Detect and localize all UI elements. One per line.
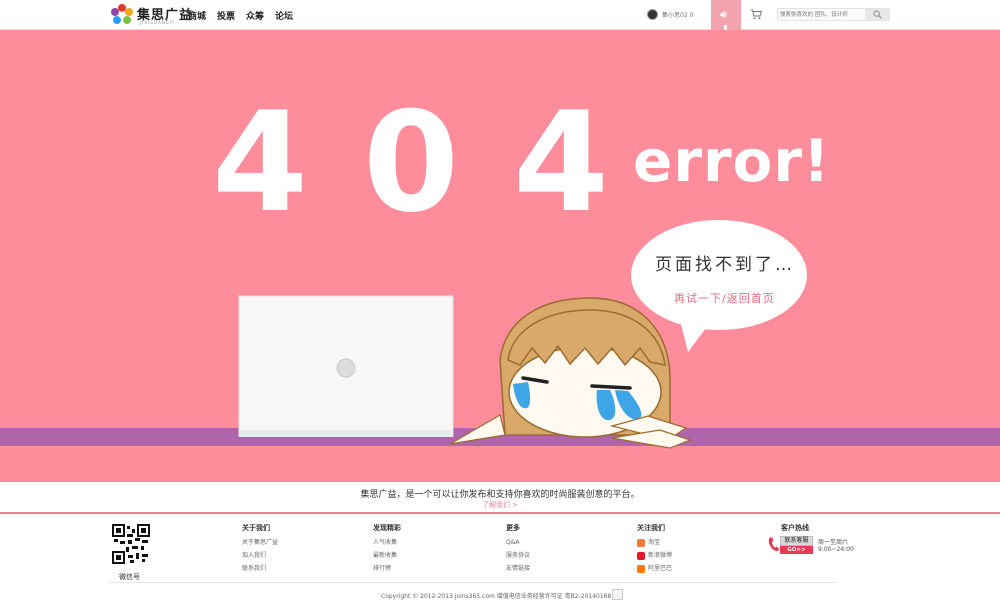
nav-item-mall[interactable]: 商城: [188, 9, 206, 22]
go-button[interactable]: GO>>: [780, 546, 813, 554]
search-input[interactable]: [780, 10, 862, 20]
nav-item-forum[interactable]: 论坛: [275, 9, 293, 22]
site-slogan: 集思广益，是一个可以让你发布和支持你喜欢的时尚服装创意的平台。: [360, 490, 640, 500]
footer-link-alibaba[interactable]: 阿里巴巴: [637, 564, 673, 573]
qr-code-icon: [112, 524, 150, 564]
footer-link-label: 新浪微博: [648, 552, 673, 559]
footer-divider: [110, 582, 837, 583]
avatar[interactable]: [647, 9, 658, 20]
nav-item-vote[interactable]: 投票: [217, 9, 235, 22]
laptop-illustration: [238, 295, 454, 437]
footer-col-about: 关于我们 关于集思广益 加入我们 联系我们: [242, 523, 278, 578]
logo-subtext: JISIGUANGYI: [140, 20, 176, 25]
footer-link-taobao[interactable]: 淘宝: [637, 538, 672, 547]
footer-col-heading: 关于我们: [242, 524, 270, 532]
error-digit-3: 4: [513, 82, 610, 243]
footer-link-latest[interactable]: 最新收集: [373, 552, 401, 559]
footer-col-heading: 更多: [506, 524, 520, 532]
search-button[interactable]: [865, 9, 889, 20]
footer-link-about[interactable]: 关于集思广益: [242, 539, 278, 546]
divider: [0, 512, 1000, 514]
footer-link-terms[interactable]: 服务协议: [506, 552, 530, 559]
footer-link-weibo[interactable]: 新浪微博: [637, 551, 673, 560]
footer-link-friends[interactable]: 友情链接: [506, 565, 530, 572]
footer-link-label: 阿里巴巴: [648, 565, 673, 572]
learn-more-link[interactable]: 了解我们 >: [0, 500, 1000, 510]
footer-col-heading: 关注我们: [637, 524, 665, 532]
retry-home-link[interactable]: 再试一下/返回首页: [674, 290, 775, 306]
footer-link-join[interactable]: 加入我们: [242, 552, 278, 559]
contact-support-button[interactable]: 联系客服: [780, 536, 813, 546]
footer-col-more: 更多 Q&A 服务协议 友情链接: [506, 523, 530, 578]
footer-link-popular[interactable]: 人气收集: [373, 539, 401, 546]
error-word: error!: [633, 127, 831, 195]
user-name-link[interactable]: 集小思02 0: [662, 10, 693, 19]
page-not-found-text: 页面找不到了…: [655, 255, 795, 275]
speaker-icon: 🔊︎: [720, 8, 727, 21]
wechat-label: 微信号: [119, 573, 140, 581]
service-days: 周一至周六: [818, 539, 849, 546]
copyright-text: Copyright © 2012-2013 joins365.com 增值电信业…: [381, 593, 612, 600]
alibaba-icon: [637, 564, 645, 573]
crying-girl-illustration: [449, 297, 692, 449]
footer-col-discover: 发现精彩 人气收集 最新收集 排行榜: [373, 523, 401, 578]
error-hero: 4 0 4 error! 页面找不到了… 再试一下/返回首页: [0, 30, 1000, 482]
footer-col-follow: 关注我们 淘宝 新浪微博 阿里巴巴: [637, 523, 672, 578]
taobao-icon: [637, 538, 645, 547]
search-icon: [873, 10, 882, 19]
error-illustration: [0, 220, 1000, 449]
logo-icon[interactable]: [110, 3, 134, 27]
phone-icon: [768, 537, 779, 552]
top-navigation-bar: 集思广益 JISIGUANGYI 商城 投票 众筹 论坛 集小思02 0 🔊︎: [0, 0, 1000, 38]
search-box: [777, 8, 890, 21]
nav-item-crowdfunding[interactable]: 众筹: [246, 9, 264, 22]
footer-col-heading: 发现精彩: [373, 524, 401, 532]
footer-link-contact[interactable]: 联系我们: [242, 565, 278, 572]
main-nav: 商城 投票 众筹 论坛: [188, 9, 293, 22]
hotline-heading: 客户热线: [781, 524, 809, 532]
weibo-icon: [637, 551, 645, 560]
error-digit-2: 0: [363, 82, 460, 243]
error-digit-1: 4: [212, 82, 309, 243]
footer-link-ranking[interactable]: 排行榜: [373, 565, 401, 572]
service-hours: 9:00~24:00: [818, 546, 854, 553]
footer-link-label: 淘宝: [648, 539, 661, 546]
footer-link-qa[interactable]: Q&A: [506, 539, 530, 546]
license-badge-icon[interactable]: [612, 589, 623, 600]
cart-icon[interactable]: [750, 9, 762, 20]
